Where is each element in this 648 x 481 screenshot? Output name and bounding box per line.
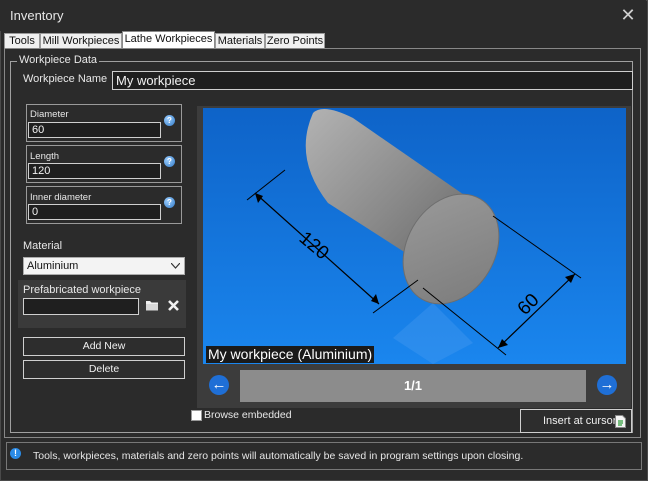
window-title: Inventory [10, 8, 64, 23]
prefab-input[interactable] [23, 298, 139, 315]
prefab-label: Prefabricated workpiece [23, 284, 142, 296]
dimension-diameter-label: 60 [514, 290, 544, 320]
inner-diameter-label: Inner diameter [30, 192, 92, 203]
diameter-input[interactable] [28, 122, 161, 138]
material-label: Material [23, 240, 63, 252]
inner-diameter-help-icon[interactable]: ? [164, 197, 175, 208]
insert-button-label: Insert at cursor [543, 415, 617, 427]
add-new-button[interactable]: Add New [23, 337, 185, 356]
title-bar: Inventory ✕ [0, 0, 646, 31]
tab-tools[interactable]: Tools [4, 33, 40, 48]
status-message: Tools, workpieces, materials and zero po… [33, 450, 524, 462]
chevron-down-icon [171, 263, 180, 269]
diameter-label: Diameter [30, 109, 69, 120]
length-help-icon[interactable]: ? [164, 156, 175, 167]
insert-document-icon [615, 415, 626, 428]
info-icon: ! [10, 448, 21, 459]
diameter-help-icon[interactable]: ? [164, 115, 175, 126]
group-title: Workpiece Data [17, 54, 100, 66]
tab-zero-points[interactable]: Zero Points [265, 33, 325, 48]
material-select[interactable]: Aluminium [23, 257, 185, 275]
tab-lathe-workpieces[interactable]: Lathe Workpieces [122, 31, 215, 49]
preview-caption: My workpiece (Aluminium) [206, 346, 375, 363]
cylinder-illustration: 120 60 [246, 109, 582, 364]
inner-diameter-input[interactable] [28, 204, 161, 220]
clear-icon[interactable] [168, 300, 179, 311]
folder-icon[interactable] [145, 299, 159, 311]
tab-materials[interactable]: Materials [215, 33, 265, 48]
workpiece-name-input[interactable] [112, 71, 633, 90]
tab-mill-workpieces[interactable]: Mill Workpieces [40, 33, 122, 48]
length-input[interactable] [28, 163, 161, 179]
insert-at-cursor-button[interactable]: Insert at cursor [520, 409, 632, 433]
workpiece-preview-image: 120 60 [203, 108, 626, 364]
browse-embedded-checkbox[interactable] [191, 410, 202, 421]
close-icon[interactable]: ✕ [618, 5, 638, 25]
length-label: Length [30, 151, 60, 162]
workpiece-name-label: Workpiece Name [23, 73, 108, 85]
delete-button[interactable]: Delete [23, 360, 185, 379]
page-indicator: 1/1 [240, 370, 586, 402]
browse-embedded-label: Browse embedded [204, 409, 292, 421]
material-select-value: Aluminium [27, 260, 79, 272]
next-arrow-icon[interactable]: → [597, 375, 617, 395]
prev-arrow-icon[interactable]: ← [209, 375, 229, 395]
